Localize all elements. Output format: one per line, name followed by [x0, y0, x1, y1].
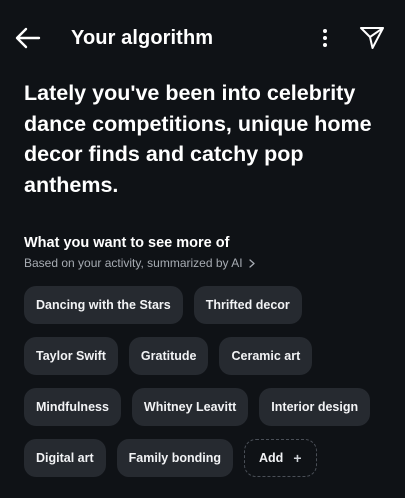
add-interest-button[interactable]: Add + [244, 439, 317, 477]
section-subtitle: Based on your activity, summarized by AI [24, 256, 243, 270]
interest-chip[interactable]: Whitney Leavitt [131, 388, 249, 426]
send-icon [360, 27, 384, 49]
top-bar: Your algorithm [0, 0, 405, 76]
interest-chip[interactable]: Dancing with the Stars [24, 286, 183, 324]
chip-row: Digital art Family bonding Add + [24, 439, 384, 477]
interest-chip[interactable]: Interior design [259, 388, 371, 426]
add-label: Add [259, 451, 284, 465]
section-title: What you want to see more of [24, 235, 230, 251]
interest-chip[interactable]: Ceramic art [219, 337, 313, 375]
more-options-button[interactable] [312, 22, 338, 54]
interest-chip[interactable]: Thrifted decor [193, 286, 302, 324]
back-button[interactable] [12, 22, 44, 54]
interest-chip[interactable]: Digital art [24, 439, 106, 477]
interest-chip[interactable]: Gratitude [128, 337, 209, 375]
chevron-right-icon [248, 258, 255, 268]
algorithm-summary: Lately you've been into celebrity dance … [24, 81, 372, 197]
plus-icon: + [293, 450, 302, 466]
interest-chip[interactable]: Taylor Swift [24, 337, 118, 375]
interest-chips: Dancing with the Stars Thrifted decor Ta… [24, 286, 384, 490]
arrow-left-icon [15, 27, 41, 49]
chip-row: Mindfulness Whitney Leavitt Interior des… [24, 388, 384, 426]
share-button[interactable] [356, 22, 388, 54]
section-subtitle-link[interactable]: Based on your activity, summarized by AI [24, 255, 255, 271]
page-title: Your algorithm [71, 27, 214, 49]
interest-chip[interactable]: Family bonding [116, 439, 234, 477]
more-vertical-icon [323, 29, 327, 47]
chip-row: Dancing with the Stars Thrifted decor [24, 286, 384, 324]
interest-chip[interactable]: Mindfulness [24, 388, 121, 426]
chip-row: Taylor Swift Gratitude Ceramic art [24, 337, 384, 375]
